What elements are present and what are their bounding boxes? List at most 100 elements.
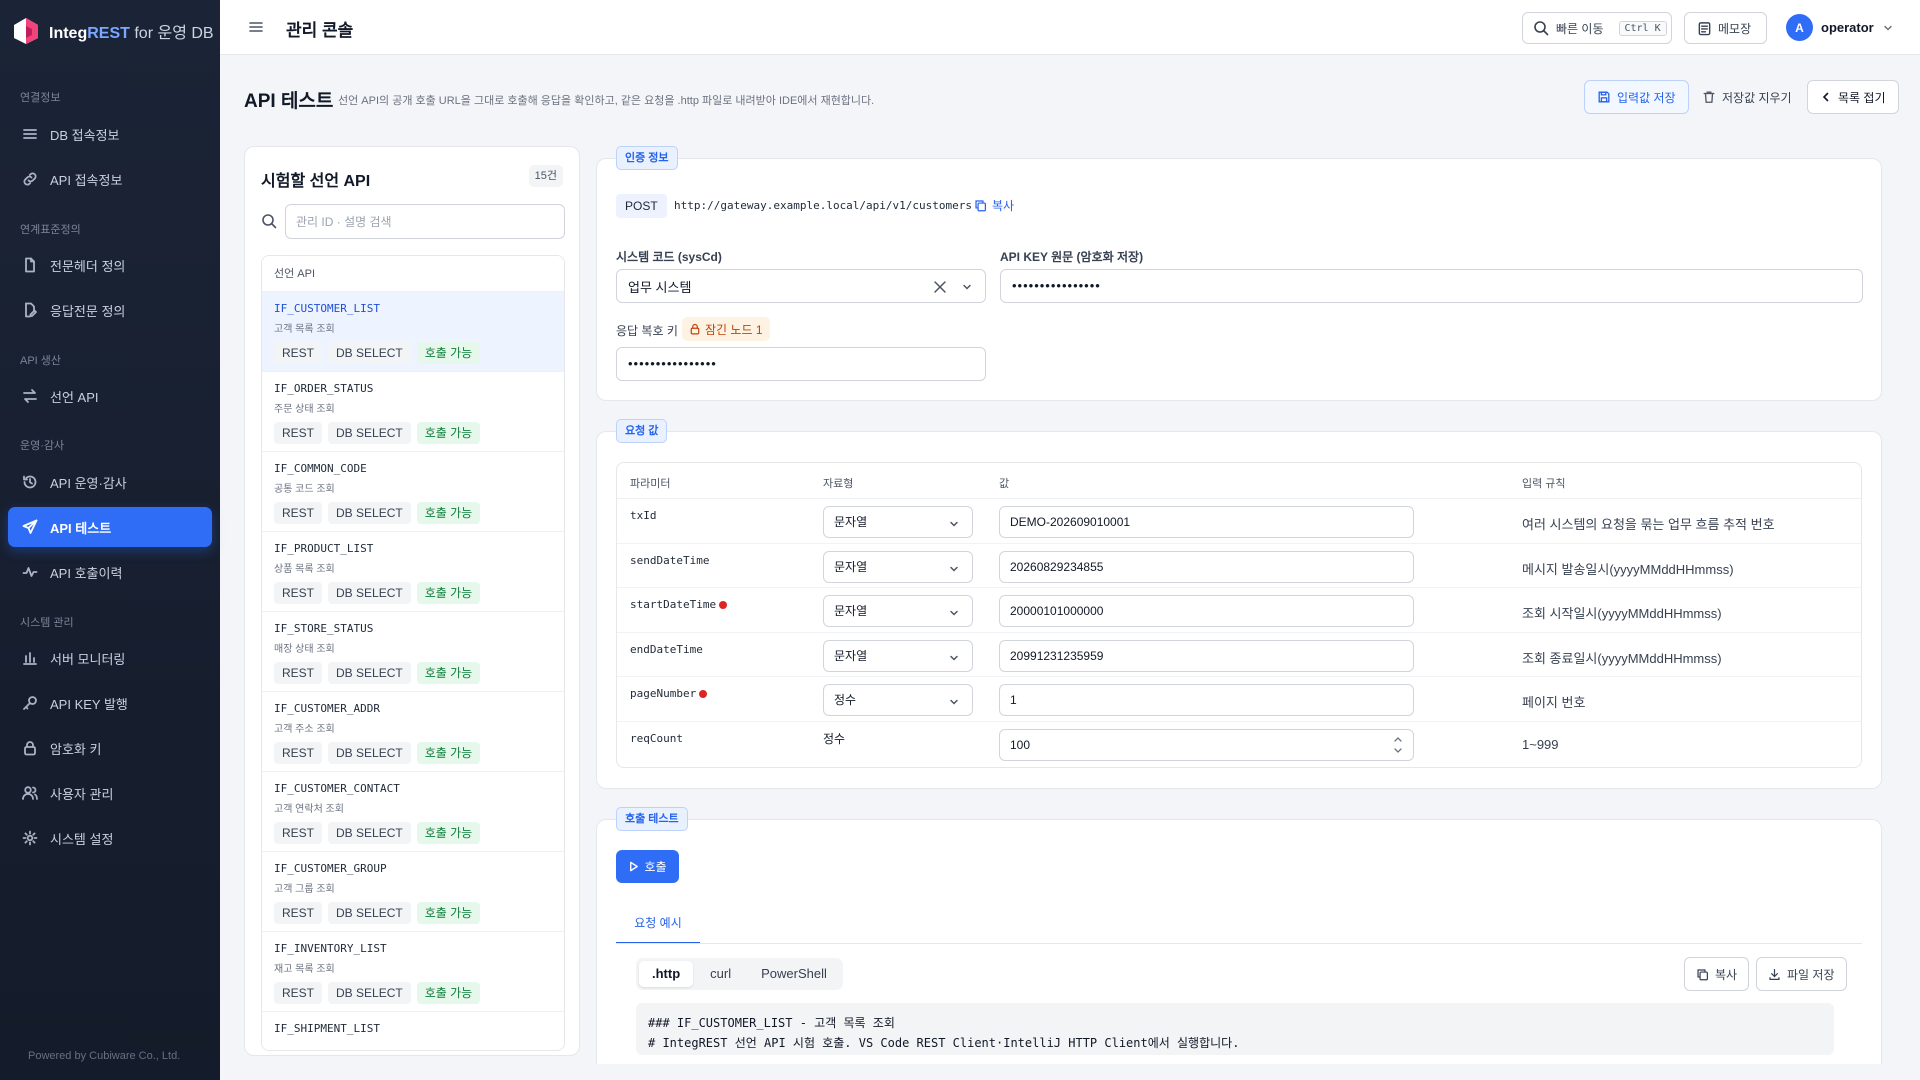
tag-callable: 호출 가능: [416, 902, 481, 924]
param-table: 파라미터 자료형 값 입력 규칙 txId 문자열 DEMO-202609010…: [616, 462, 1862, 768]
tag-rest: REST: [274, 662, 323, 684]
database-list-icon: [23, 129, 37, 139]
tag-db-select: DB SELECT: [328, 582, 411, 604]
chevron-down-icon: [1883, 25, 1892, 31]
param-value-input[interactable]: 20000101000000: [999, 595, 1414, 628]
copy-url-button[interactable]: 복사: [974, 197, 1014, 214]
topbar: 관리 콘솔 빠른 이동 Ctrl K 메모장 A operator: [220, 0, 1920, 55]
list-item[interactable]: IF_INVENTORY_LIST 재고 목록 조회 REST DB SELECT…: [262, 932, 564, 1012]
sidebar-item-db-connection[interactable]: DB 접속정보: [8, 114, 212, 154]
param-value-input[interactable]: 20260829234855: [999, 550, 1414, 583]
list-item[interactable]: IF_COMMON_CODE 공통 코드 조회 REST DB SELECT 호출 …: [262, 452, 564, 532]
brand-logo-icon: [14, 18, 38, 44]
format-curl[interactable]: curl: [697, 961, 744, 987]
syscd-label: 시스템 코드 (sysCd): [616, 250, 722, 264]
list-item[interactable]: IF_PRODUCT_LIST 상품 목록 조회 REST DB SELECT 호출…: [262, 532, 564, 612]
call-test-legend: 호출 테스트: [616, 807, 688, 831]
copy-code-button[interactable]: 복사: [1684, 957, 1750, 991]
lock-icon: [690, 323, 700, 335]
tab-request-example[interactable]: 요청 예시: [616, 902, 700, 944]
save-inputs-button[interactable]: 입력값 저장: [1584, 80, 1689, 114]
tag-rest: REST: [274, 902, 323, 924]
type-select[interactable]: 문자열: [823, 595, 973, 628]
sidebar-item-api-test[interactable]: API 테스트: [8, 507, 212, 547]
type-select[interactable]: 문자열: [823, 506, 973, 538]
bar-chart-icon: [23, 652, 37, 665]
collapse-list-button[interactable]: 목록 접기: [1807, 80, 1899, 114]
code-line: # IntegREST 선언 API 시험 호출. VS Code REST C…: [648, 1036, 1240, 1050]
format-http[interactable]: .http: [639, 961, 694, 987]
decrypt-key-input[interactable]: ••••••••••••••••: [616, 347, 986, 381]
list-item[interactable]: IF_CUSTOMER_CONTACT 고객 연락처 조회 REST DB SEL…: [262, 772, 564, 852]
type-select[interactable]: 문자열: [823, 550, 973, 583]
user-menu[interactable]: A operator: [1786, 14, 1894, 41]
auth-legend: 인증 정보: [616, 146, 678, 170]
list-item[interactable]: IF_CUSTOMER_LIST 고객 목록 조회 REST DB SELECT 호…: [262, 292, 564, 372]
shortcut-kbd: Ctrl K: [1618, 20, 1667, 36]
list-item[interactable]: IF_STORE_STATUS 매장 상태 조회 REST DB SELECT 호출…: [262, 612, 564, 692]
type-select[interactable]: 정수: [823, 684, 973, 717]
quick-nav-button[interactable]: 빠른 이동 Ctrl K: [1522, 12, 1672, 44]
sidebar-item-api-audit[interactable]: API 운영·감사: [8, 462, 212, 502]
list-item[interactable]: IF_CUSTOMER_ADDR 고객 주소 조회 REST DB SELECT 호…: [262, 692, 564, 772]
nav-section-operations: 운영·감사: [20, 440, 65, 452]
tag-db-select: DB SELECT: [328, 902, 411, 924]
table-row: sendDateTime 문자열 20260829234855 메시지 발송일시…: [617, 544, 1861, 589]
list-item[interactable]: IF_SHIPMENT_LIST: [262, 1012, 564, 1050]
clear-saved-button[interactable]: 저장값 지우기: [1690, 80, 1804, 114]
nav-section-api-production: API 생산: [20, 355, 62, 367]
sidebar-item-api-key-issue[interactable]: API KEY 발행: [8, 683, 212, 723]
sidebar-item-api-call-history[interactable]: API 호출이력: [8, 552, 212, 592]
sidebar-item-encryption-key[interactable]: 암호화 키: [8, 728, 212, 768]
api-list-panel: 시험할 선언 API 15건 선언 API IF_CUSTOMER_LIST 고…: [244, 146, 580, 1056]
syscd-select[interactable]: 업무 시스템: [616, 269, 986, 303]
sidebar-item-user-management[interactable]: 사용자 관리: [8, 773, 212, 813]
memo-button[interactable]: 메모장: [1684, 12, 1767, 44]
table-row: endDateTime 문자열 20991231235959 조회 종료일시(y…: [617, 633, 1861, 678]
param-value-input[interactable]: 20991231235959: [999, 639, 1414, 672]
clear-icon[interactable]: [933, 280, 947, 294]
tag-rest: REST: [274, 582, 323, 604]
call-button[interactable]: 호출: [616, 850, 679, 883]
swap-arrows-icon: [23, 389, 37, 403]
param-value-input[interactable]: DEMO-202609010001: [999, 506, 1414, 538]
chevron-down-icon: [950, 700, 958, 705]
param-rule: 페이지 번호: [1522, 695, 1586, 711]
tag-callable: 호출 가능: [416, 422, 481, 444]
list-item[interactable]: IF_ORDER_STATUS 주문 상태 조회 REST DB SELECT 호출…: [262, 372, 564, 452]
menu-icon[interactable]: [248, 19, 264, 35]
page-title: API 테스트: [244, 91, 334, 112]
sidebar-item-api-connection[interactable]: API 접속정보: [8, 159, 212, 199]
brand[interactable]: IntegREST for 운영 DB: [12, 16, 214, 46]
tag-db-select: DB SELECT: [328, 822, 411, 844]
sidebar-item-declared-api[interactable]: 선언 API: [8, 376, 212, 416]
chevron-left-icon: [1822, 92, 1829, 102]
sidebar-item-server-monitoring[interactable]: 서버 모니터링: [8, 638, 212, 678]
tag-callable: 호출 가능: [416, 742, 481, 764]
nav-section-standards: 연계표준정의: [20, 224, 81, 236]
param-rule: 메시지 발송일시(yyyyMMddHHmmss): [1522, 561, 1734, 577]
tag-callable: 호출 가능: [416, 982, 481, 1004]
table-row: startDateTime 문자열 20000101000000 조회 시작일시…: [617, 588, 1861, 633]
api-list: 선언 API IF_CUSTOMER_LIST 고객 목록 조회 REST DB …: [261, 255, 565, 1051]
save-file-button[interactable]: 파일 저장: [1756, 957, 1847, 991]
list-item[interactable]: IF_CUSTOMER_GROUP 고객 그룹 조회 REST DB SELECT…: [262, 852, 564, 932]
required-dot-icon: [719, 600, 728, 609]
type-select[interactable]: 문자열: [823, 639, 973, 672]
param-value-input[interactable]: 1: [999, 684, 1414, 717]
sidebar-item-response-definition[interactable]: 응답전문 정의: [8, 290, 212, 330]
sidebar-item-header-definition[interactable]: 전문헤더 정의: [8, 245, 212, 285]
tag-rest: REST: [274, 822, 323, 844]
play-icon: [630, 861, 639, 872]
tab-divider: [616, 943, 1862, 944]
number-stepper[interactable]: 100: [999, 728, 1414, 761]
sidebar-item-system-settings[interactable]: 시스템 설정: [8, 818, 212, 858]
tag-rest: REST: [274, 742, 323, 764]
apikey-input[interactable]: ••••••••••••••••: [1000, 269, 1863, 303]
api-search-input[interactable]: [285, 204, 565, 239]
tag-callable: 호출 가능: [416, 822, 481, 844]
format-powershell[interactable]: PowerShell: [748, 961, 840, 987]
copy-icon: [975, 200, 986, 212]
chevron-down-icon: [950, 655, 958, 661]
spinner-arrows-icon[interactable]: [1393, 734, 1403, 756]
